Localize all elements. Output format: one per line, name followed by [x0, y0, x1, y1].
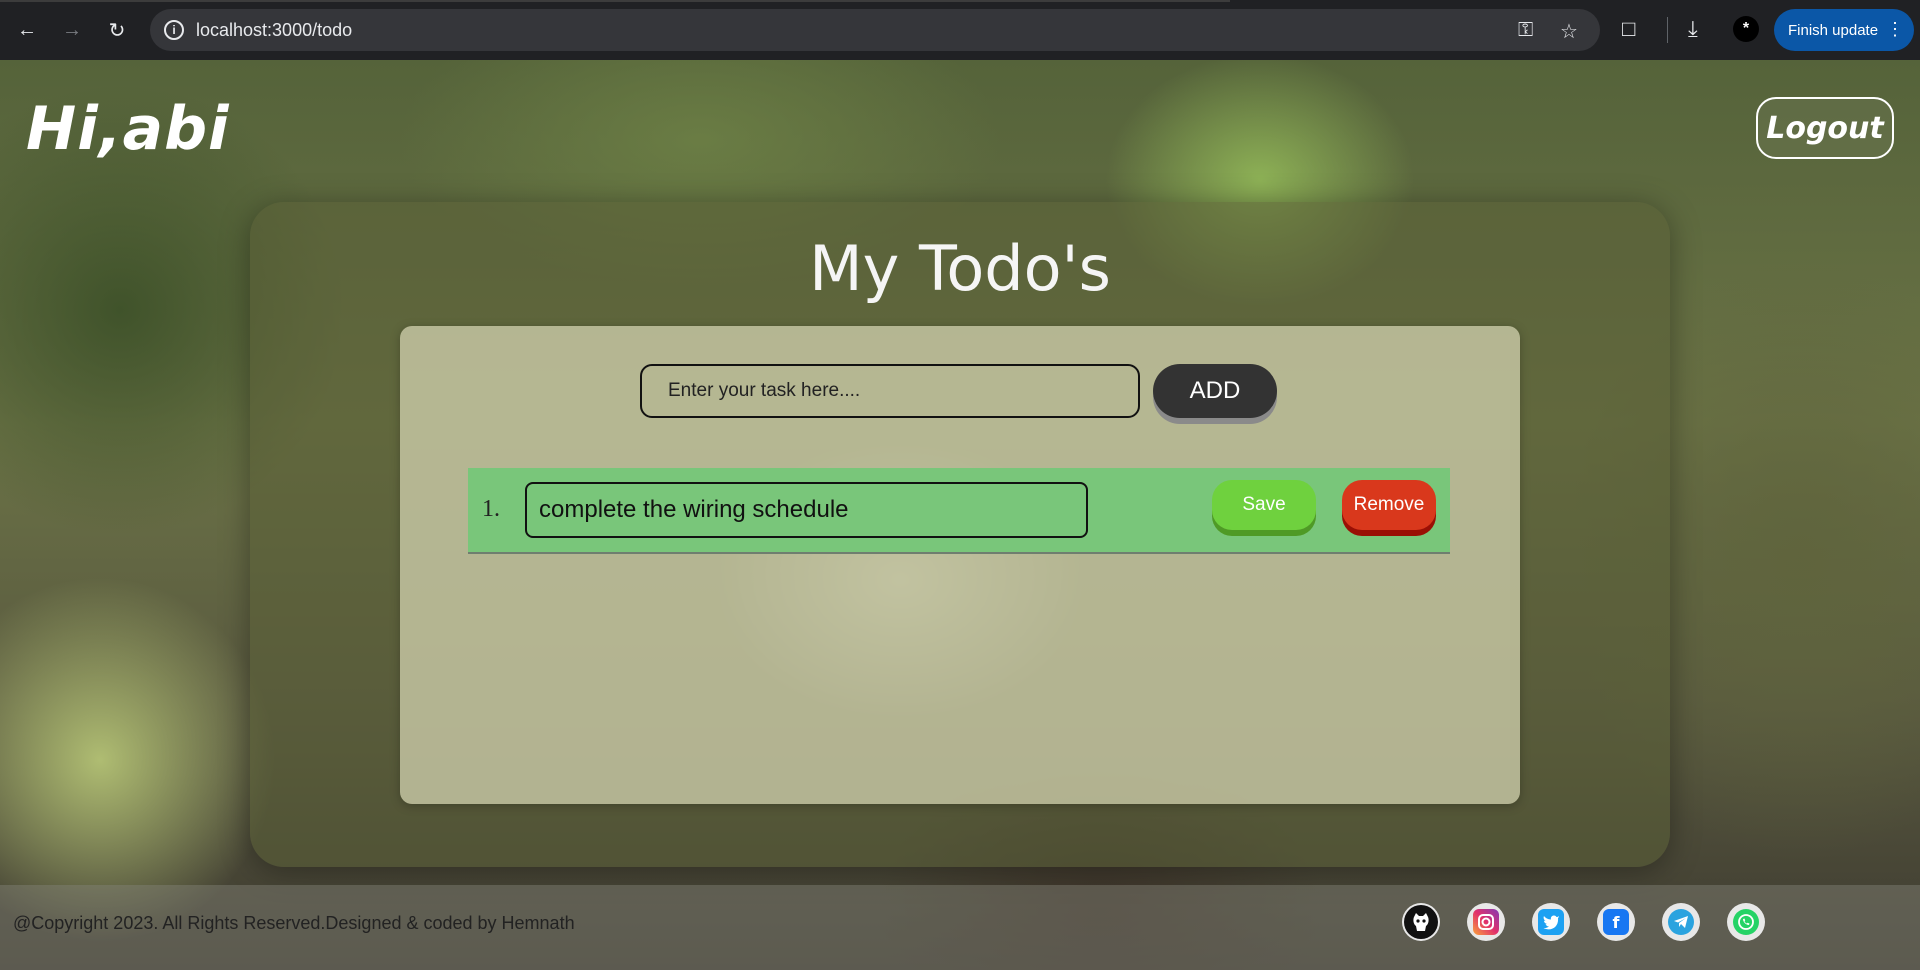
finish-update-button[interactable]: Finish update ⋮: [1774, 9, 1914, 51]
whatsapp-glyph: [1733, 909, 1759, 935]
twitter-icon[interactable]: [1532, 903, 1570, 941]
profile-avatar[interactable]: *: [1733, 16, 1759, 42]
facebook-glyph: f: [1603, 909, 1629, 935]
page-title: My Todo's: [809, 232, 1111, 305]
loading-bar: [0, 0, 1230, 2]
finish-update-label: Finish update: [1788, 21, 1879, 39]
facebook-icon[interactable]: f: [1597, 903, 1635, 941]
add-button[interactable]: ADD: [1153, 364, 1277, 418]
todo-item-text-field[interactable]: [525, 482, 1088, 538]
url-text[interactable]: localhost:3000/todo: [196, 20, 352, 41]
back-icon[interactable]: ←: [13, 14, 41, 46]
footer: @Copyright 2023. All Rights Reserved.Des…: [0, 885, 1920, 970]
page-background: Hi,abi Logout My Todo's ADD 1. Save Remo…: [0, 60, 1920, 970]
instagram-glyph: [1473, 909, 1499, 935]
todo-card: My Todo's ADD 1. Save Remove: [250, 202, 1670, 867]
task-input[interactable]: [640, 364, 1140, 418]
save-button[interactable]: Save: [1212, 480, 1316, 530]
logout-button[interactable]: Logout: [1756, 97, 1894, 159]
address-bar[interactable]: i localhost:3000/todo ⚿ ☆: [150, 9, 1600, 51]
twitter-glyph: [1538, 909, 1564, 935]
forward-icon[interactable]: →: [58, 14, 86, 46]
whatsapp-icon[interactable]: [1727, 903, 1765, 941]
download-icon[interactable]: ⤓: [1688, 16, 1698, 42]
copyright-text: @Copyright 2023. All Rights Reserved.Des…: [13, 913, 575, 933]
info-icon[interactable]: i: [164, 20, 184, 40]
toolbar-divider: [1667, 17, 1668, 43]
remove-button[interactable]: Remove: [1342, 480, 1436, 530]
instagram-icon[interactable]: [1467, 903, 1505, 941]
reload-icon[interactable]: ↻: [103, 14, 131, 46]
camera-icon: [1478, 914, 1494, 930]
star-icon[interactable]: ☆: [1560, 19, 1578, 44]
paper-plane-icon: [1674, 916, 1688, 928]
extensions-icon[interactable]: □: [1622, 16, 1635, 42]
kebab-icon[interactable]: ⋮: [1886, 19, 1904, 40]
telegram-icon[interactable]: [1662, 903, 1700, 941]
github-glyph: [1404, 905, 1438, 939]
bird-icon: [1543, 915, 1559, 930]
greeting-text: Hi,abi: [26, 94, 230, 164]
todo-item-number: 1.: [482, 496, 500, 522]
todo-panel: ADD 1. Save Remove: [400, 326, 1520, 804]
github-icon[interactable]: [1402, 903, 1440, 941]
todo-item: 1. Save Remove: [468, 468, 1450, 554]
phone-bubble-icon: [1738, 914, 1754, 930]
telegram-glyph: [1668, 909, 1694, 935]
browser-toolbar: ← → ↻ i localhost:3000/todo ⚿ ☆ □ ⤓ * Fi…: [0, 0, 1920, 60]
key-icon[interactable]: ⚿: [1518, 19, 1533, 42]
